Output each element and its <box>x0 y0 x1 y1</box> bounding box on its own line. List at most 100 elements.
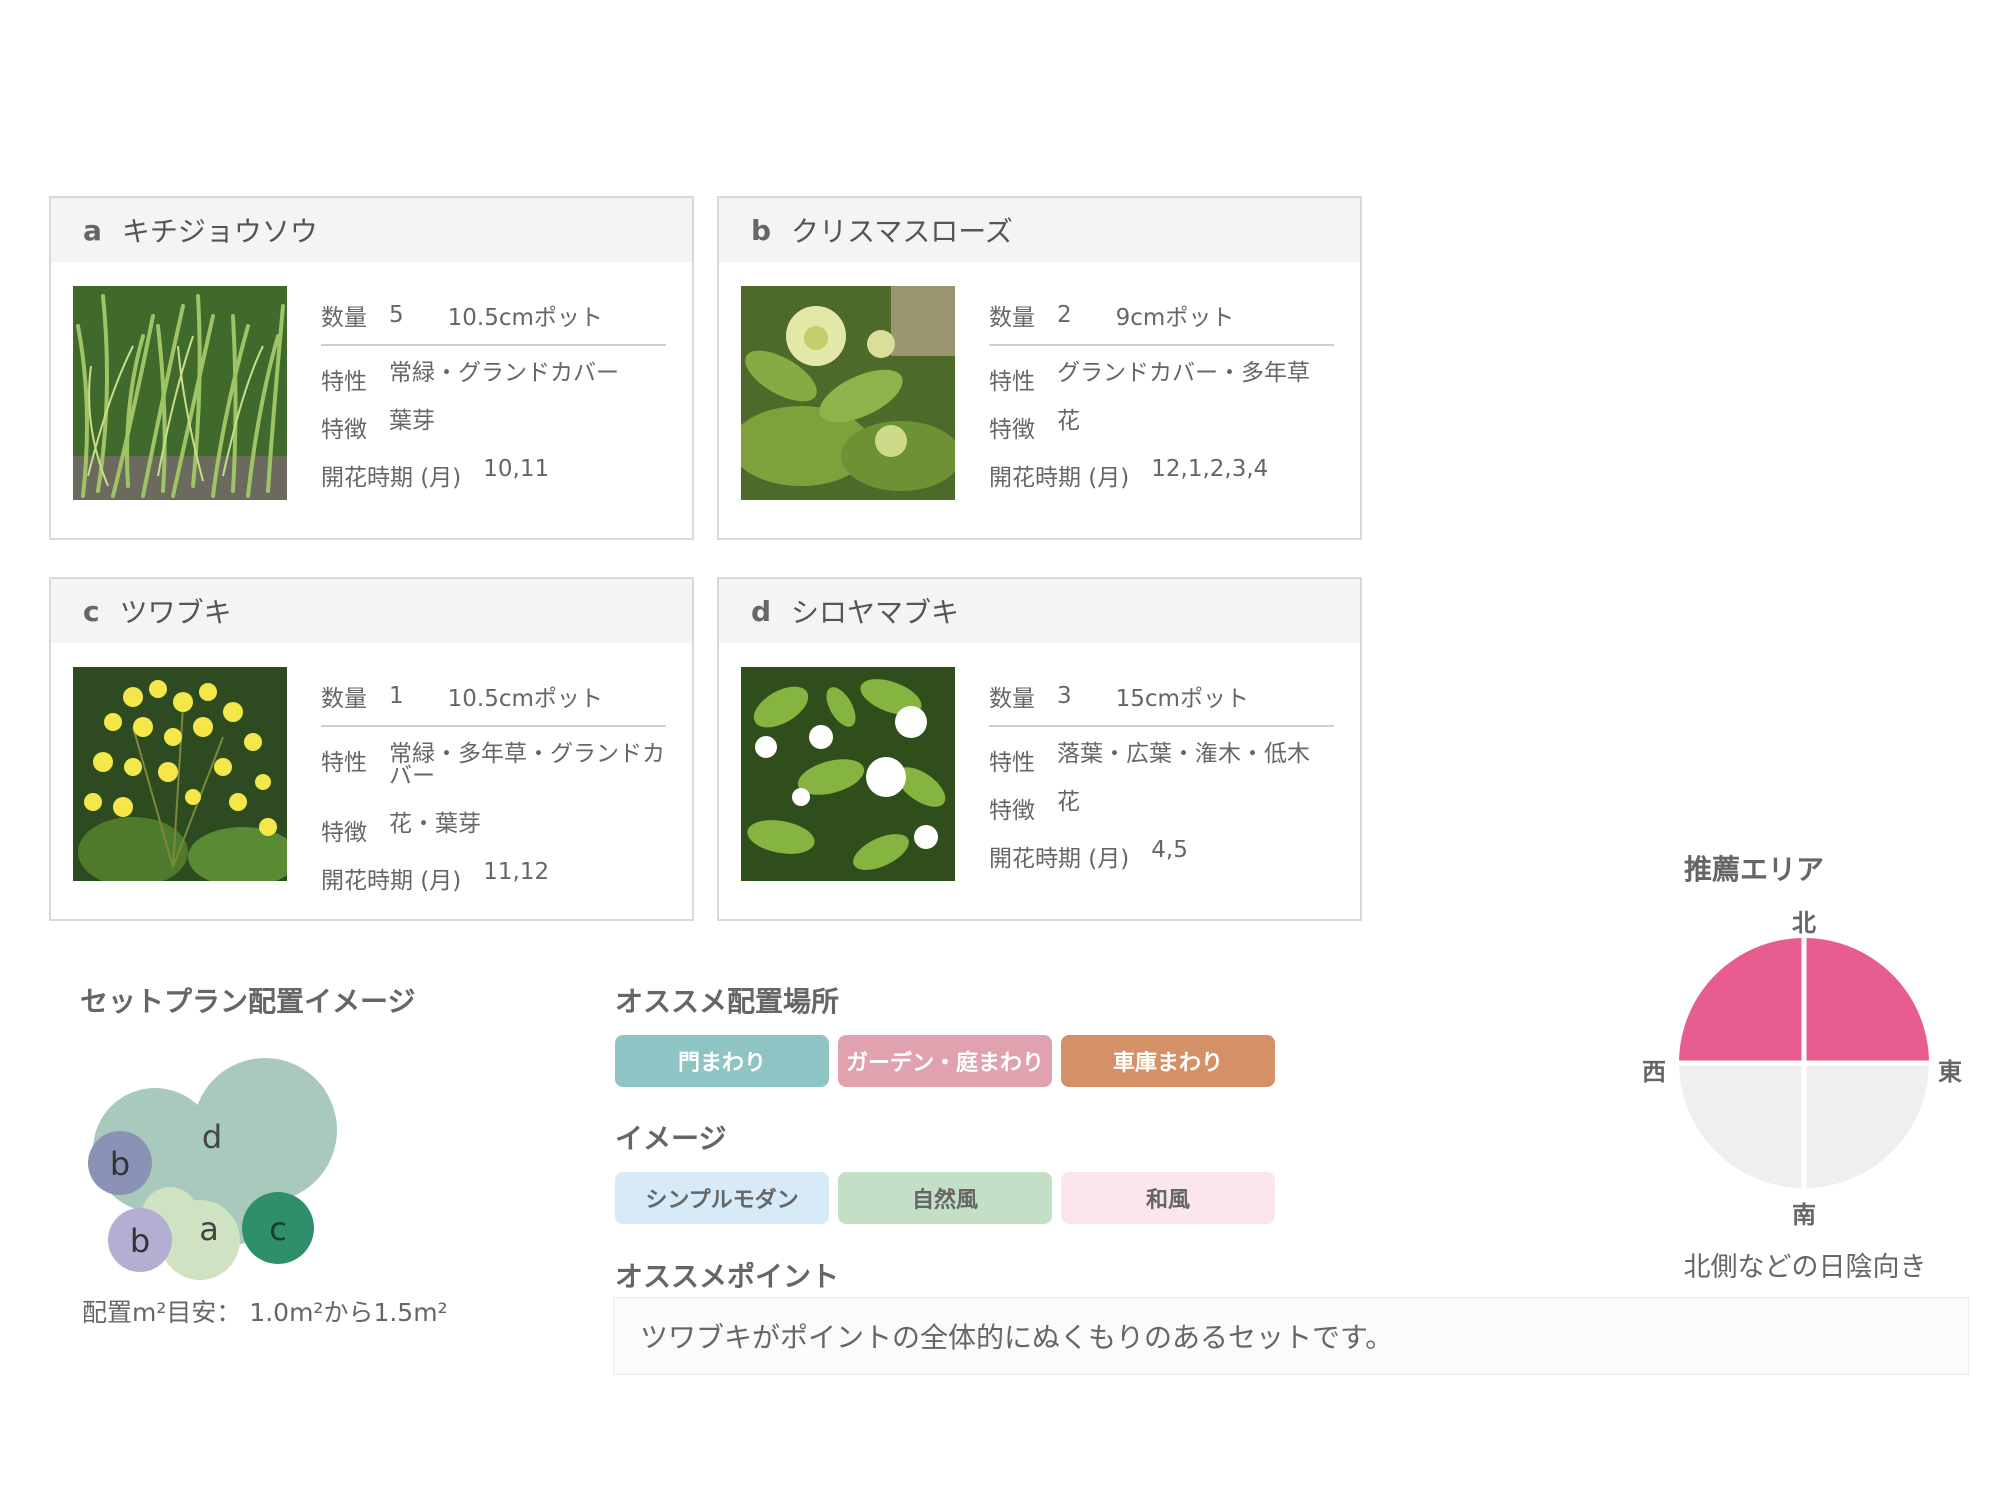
plan-marker-b: b <box>110 1145 130 1183</box>
compass-quadrant-southwest <box>1679 1063 1804 1188</box>
feature-row: 特徴 葉芽 <box>321 408 666 456</box>
point-text-box: ツワブキがポイントの全体的にぬくもりのあるセットです。 <box>613 1297 1969 1375</box>
pot-size: 10.5cmポット <box>447 686 603 712</box>
feature-label: 特徴 <box>989 798 1035 824</box>
plant-letter: c <box>83 594 100 628</box>
trait-value: グランドカバー・多年草 <box>1057 360 1310 386</box>
feature-row: 特徴 花 <box>989 408 1334 456</box>
quantity-row: 数量 3 15cmポット <box>989 667 1334 727</box>
bloom-row: 開花時期 (月) 4,5 <box>989 837 1334 885</box>
bloom-value: 12,1,2,3,4 <box>1151 456 1269 482</box>
plan-marker-a: a <box>199 1210 219 1248</box>
pot-size: 10.5cmポット <box>447 305 603 331</box>
bloom-label: 開花時期 (月) <box>989 465 1130 491</box>
plant-name: ツワブキ <box>119 596 232 629</box>
yellow-flower-photo <box>73 667 287 881</box>
quantity-label: 数量 <box>989 686 1035 712</box>
tag-label: 門まわり <box>677 1051 766 1076</box>
trait-value: 常緑・多年草・グランドカバー <box>389 741 665 789</box>
plant-card-a: a キチジョウソウ 数量 5 10.5cmポット 特性 常緑・グランドカバー 特… <box>49 196 694 540</box>
compass-west-label: 西 <box>1642 1058 1666 1086</box>
plant-card-header: c ツワブキ <box>51 579 692 643</box>
bloom-row: 開花時期 (月) 11,12 <box>321 859 666 907</box>
trait-row: 特性 グランドカバー・多年草 <box>989 360 1334 408</box>
plant-info: 数量 3 15cmポット 特性 落葉・広葉・潅木・低木 特徴 花 開花時期 (月… <box>989 667 1334 885</box>
quantity-value: 5 <box>389 302 404 328</box>
plant-letter: d <box>751 594 772 628</box>
bloom-label: 開花時期 (月) <box>321 465 462 491</box>
bloom-row: 開花時期 (月) 10,11 <box>321 456 666 504</box>
plan-marker-c: c <box>269 1210 287 1248</box>
point-title: オススメポイント <box>615 1260 840 1293</box>
area-caption: 北側などの日陰向き <box>1683 1252 1927 1283</box>
plan-marker-d: d <box>202 1118 222 1156</box>
quantity-label: 数量 <box>989 305 1035 331</box>
compass-east-label: 東 <box>1938 1058 1962 1086</box>
pot-size: 15cmポット <box>1115 686 1249 712</box>
quantity-value: 1 <box>389 683 404 709</box>
grass-leaves-photo <box>73 286 287 500</box>
bloom-value: 11,12 <box>483 859 550 885</box>
feature-value: 花 <box>1057 408 1080 434</box>
placement-tag-garage: 車庫まわり <box>1061 1035 1275 1087</box>
feature-row: 特徴 花 <box>989 789 1334 837</box>
feature-row: 特徴 花・葉芽 <box>321 811 666 859</box>
trait-value: 常緑・グランドカバー <box>389 360 619 386</box>
tag-label: 車庫まわり <box>1112 1051 1223 1076</box>
plant-name: クリスマスローズ <box>791 215 1013 248</box>
trait-label: 特性 <box>321 750 367 776</box>
plan-caption: 配置m²目安： 1.0m²から1.5m² <box>82 1298 448 1327</box>
plant-card-b: b クリスマスローズ 数量 2 9cmポット 特性 グランドカバー・多年草 特徴… <box>717 196 1362 540</box>
quantity-row: 数量 2 9cmポット <box>989 286 1334 346</box>
feature-label: 特徴 <box>321 417 367 443</box>
plant-card-c: c ツワブキ 数量 1 10.5cmポット 特性 常緑・多年草・グランドカバー … <box>49 577 694 921</box>
trait-label: 特性 <box>321 369 367 395</box>
image-tag-simple-modern: シンプルモダン <box>615 1172 829 1224</box>
compass-quadrant-northwest <box>1679 938 1804 1063</box>
plant-card-d: d シロヤマブキ 数量 3 15cmポット 特性 落葉・広葉・潅木・低木 特徴 … <box>717 577 1362 921</box>
tag-label: 自然風 <box>911 1188 978 1213</box>
feature-value: 花・葉芽 <box>389 811 481 837</box>
bloom-value: 10,11 <box>483 456 550 482</box>
quantity-label: 数量 <box>321 686 367 712</box>
quantity-row: 数量 1 10.5cmポット <box>321 667 666 727</box>
trait-value: 落葉・広葉・潅木・低木 <box>1057 741 1310 767</box>
trait-row: 特性 常緑・グランドカバー <box>321 360 666 408</box>
plant-info: 数量 1 10.5cmポット 特性 常緑・多年草・グランドカバー 特徴 花・葉芽… <box>321 667 666 907</box>
area-compass-chart <box>1676 935 1932 1191</box>
plan-title: セットプラン配置イメージ <box>80 985 416 1018</box>
plant-name: キチジョウソウ <box>121 215 318 248</box>
image-tag-japanese: 和風 <box>1061 1172 1275 1224</box>
feature-label: 特徴 <box>989 417 1035 443</box>
trait-label: 特性 <box>989 750 1035 776</box>
tag-label: 和風 <box>1145 1188 1190 1213</box>
plant-name: シロヤマブキ <box>791 596 960 629</box>
bloom-value: 4,5 <box>1151 837 1188 863</box>
image-tag-natural: 自然風 <box>838 1172 1052 1224</box>
plant-info: 数量 5 10.5cmポット 特性 常緑・グランドカバー 特徴 葉芽 開花時期 … <box>321 286 666 504</box>
placement-tag-garden: ガーデン・庭まわり <box>838 1035 1052 1087</box>
placement-tag-gate: 門まわり <box>615 1035 829 1087</box>
tag-label: ガーデン・庭まわり <box>845 1051 1044 1076</box>
point-text: ツワブキがポイントの全体的にぬくもりのあるセットです。 <box>640 1321 1394 1354</box>
plant-card-header: a キチジョウソウ <box>51 198 692 262</box>
plant-letter: b <box>751 213 772 247</box>
white-flower-photo <box>741 667 955 881</box>
bloom-label: 開花時期 (月) <box>321 868 462 894</box>
plant-card-header: b クリスマスローズ <box>719 198 1360 262</box>
quantity-label: 数量 <box>321 305 367 331</box>
hellebore-flower-photo <box>741 286 955 500</box>
trait-row: 特性 常緑・多年草・グランドカバー <box>321 741 666 811</box>
bloom-label: 開花時期 (月) <box>989 846 1130 872</box>
compass-north-label: 北 <box>1792 909 1816 937</box>
quantity-value: 2 <box>1057 302 1072 328</box>
placement-title: オススメ配置場所 <box>615 985 840 1018</box>
feature-value: 花 <box>1057 789 1080 815</box>
plant-card-header: d シロヤマブキ <box>719 579 1360 643</box>
quantity-row: 数量 5 10.5cmポット <box>321 286 666 346</box>
area-title: 推薦エリア <box>1684 853 1825 886</box>
plan-layout-diagram: d b b a c <box>88 1058 337 1280</box>
pot-size: 9cmポット <box>1115 305 1235 331</box>
plan-marker-b: b <box>130 1222 150 1260</box>
image-style-title: イメージ <box>615 1122 727 1155</box>
